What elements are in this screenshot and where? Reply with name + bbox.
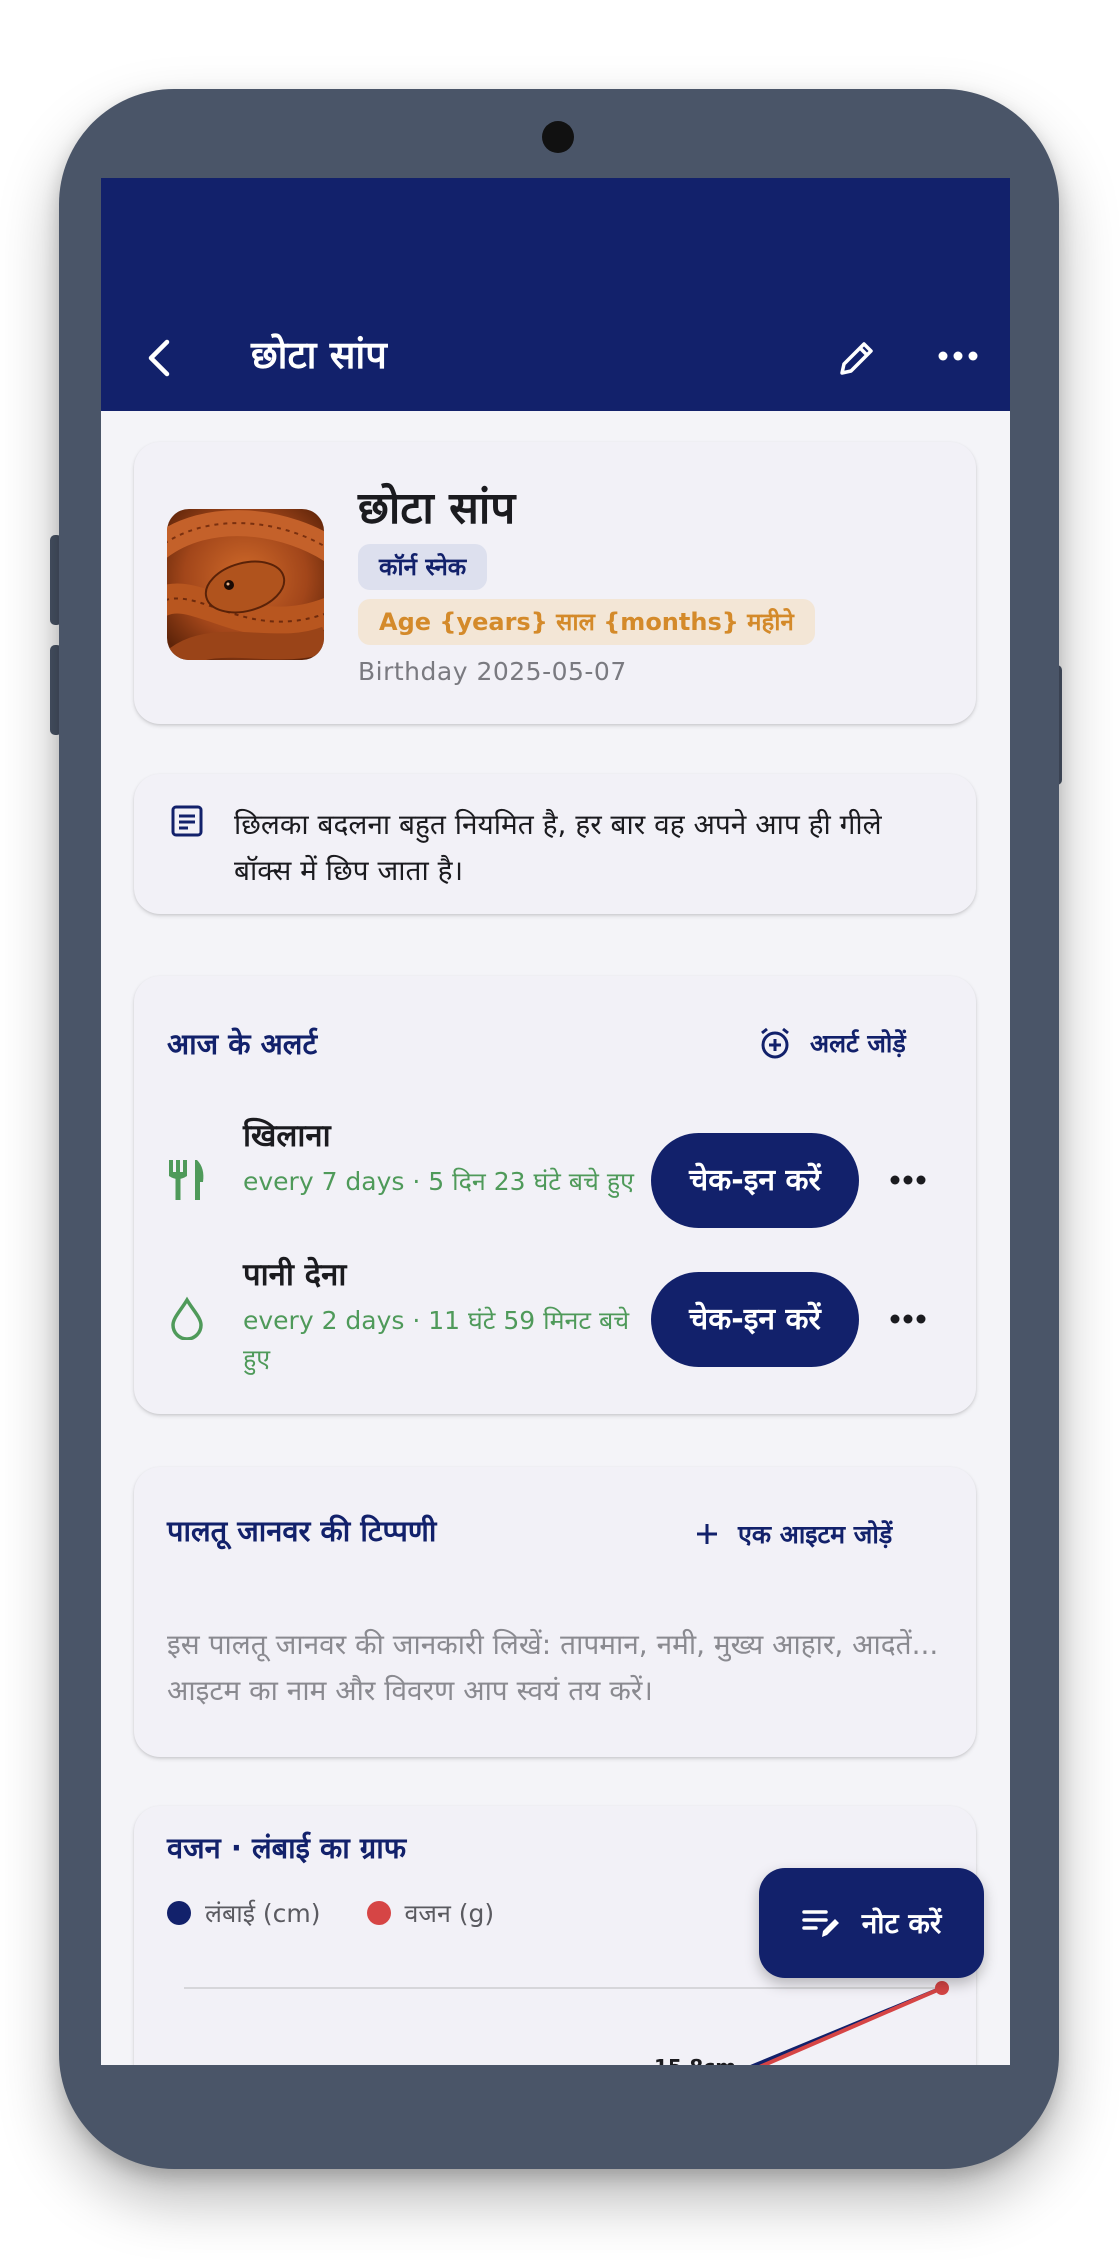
add-alert-button[interactable]: अलर्ट जोड़ें [758,1026,906,1060]
pet-name: छोटा सांप [358,483,516,534]
birthday-text: Birthday 2025-05-07 [358,657,627,686]
water-drop-icon [171,1296,203,1340]
back-arrow-icon[interactable] [141,336,177,380]
add-alert-label: अलर्ट जोड़ें [810,1029,906,1058]
app-bar: छोटा सांप [101,178,1010,411]
length-data-label: 15.8cm [654,2055,736,2065]
alert-detail: every 2 days · 11 घंटे 59 मिनट बचे हुए [243,1306,630,1373]
alarm-add-icon [761,1027,789,1059]
fab-label: नोट करें [861,1907,942,1940]
todays-alerts-card: आज के अलर्ट अलर्ट जोड़ें खिलाना every 7 … [134,976,976,1414]
plus-icon [697,1524,717,1544]
add-item-button[interactable]: एक आइटम जोड़ें [694,1517,892,1551]
alert-detail: every 7 days · 5 दिन 23 घंटे बचे हुए [243,1167,634,1196]
age-chip: Age {years} साल {months} महीने [358,599,815,645]
add-item-label: एक आइटम जोड़ें [738,1520,893,1549]
alert-name: पानी देना [243,1257,347,1293]
pet-avatar[interactable] [167,509,324,660]
fork-knife-icon [169,1160,204,1200]
length-series-line [750,1986,943,2065]
notes-placeholder: इस पालतू जानवर की जानकारी लिखें: तापमान,… [167,1628,939,1707]
pet-notes-card: पालतू जानवर की टिप्पणी एक आइटम जोड़ें इस… [134,1467,976,1757]
species-chip: कॉर्न स्नेक [358,544,488,590]
app-screen: छोटा सांप छोटा सांप कॉर्न स्नेक Age {yea… [101,178,1010,2065]
more-options-icon[interactable] [936,346,980,366]
checkin-button[interactable]: चेक-इन करें [651,1272,859,1367]
edit-note-icon [801,1910,839,1937]
alert-more-icon[interactable] [889,1312,927,1326]
alerts-title: आज के अलर्ट [167,1027,318,1061]
memo-text: छिलका बदलना बहुत नियमित है, हर बार वह अप… [234,808,882,887]
memo-card[interactable]: छिलका बदलना बहुत नियमित है, हर बार वह अप… [134,774,976,914]
add-note-fab[interactable]: नोट करें [759,1868,984,1978]
checkin-button[interactable]: चेक-इन करें [651,1133,859,1228]
edit-pencil-icon[interactable] [836,337,878,379]
alert-name: खिलाना [243,1118,331,1154]
alert-more-icon[interactable] [889,1173,927,1187]
weight-data-point [935,1981,949,1995]
weight-series-line [759,1986,943,2065]
pet-profile-card: छोटा सांप कॉर्न स्नेक Age {years} साल {m… [134,442,976,724]
notes-title: पालतू जानवर की टिप्पणी [167,1514,437,1548]
page-title: छोटा सांप [251,333,387,377]
front-camera [542,121,574,153]
note-icon [171,805,203,837]
